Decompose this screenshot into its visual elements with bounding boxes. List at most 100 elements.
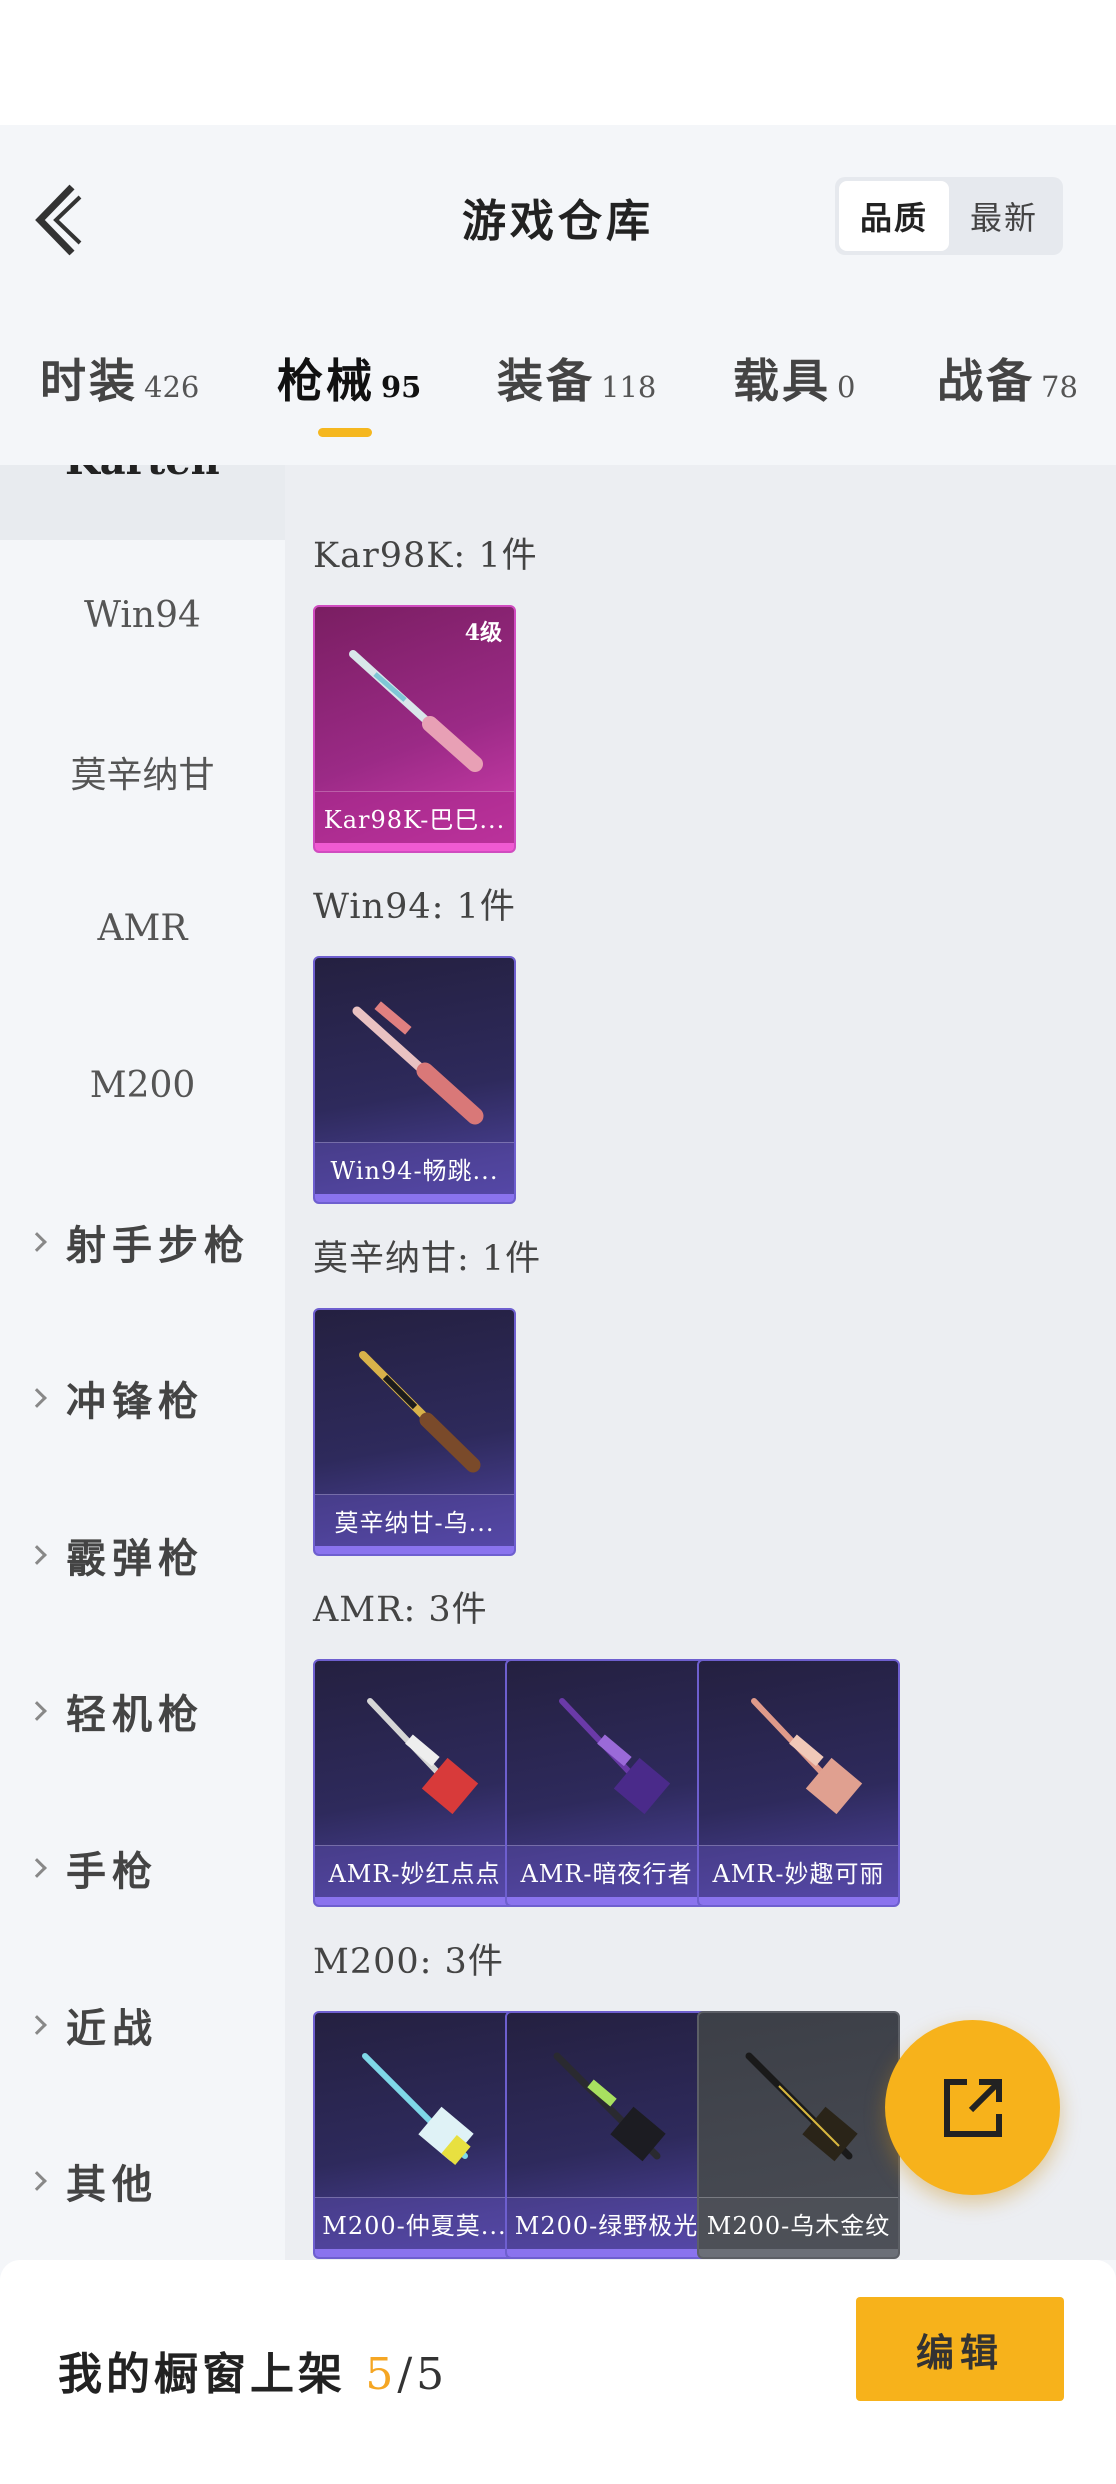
- item-card[interactable]: AMR-妙红点点: [313, 1659, 516, 1907]
- rarity-bar: [699, 1897, 898, 1905]
- tab-label: 时装: [40, 354, 138, 408]
- group-title: 莫辛纳甘: 1件: [313, 1239, 542, 1279]
- header: 游戏仓库 品质 最新: [0, 125, 1116, 295]
- sidebar-item-label: 手枪: [66, 1848, 158, 1895]
- rarity-bar: [315, 2249, 514, 2257]
- sidebar-item-pistol[interactable]: 手枪: [0, 1828, 285, 1908]
- item-list: Kar98K: 1件 4级 Kar98K-巴巳... Win94: 1件 Win…: [285, 465, 1116, 2260]
- tab-count: 95: [381, 370, 422, 404]
- sort-toggle: 品质 最新: [835, 177, 1063, 255]
- item-card[interactable]: AMR-妙趣可丽: [697, 1659, 900, 1907]
- sidebar-item-win94[interactable]: Win94: [0, 575, 285, 655]
- tab-count: 0: [837, 370, 856, 404]
- item-card[interactable]: M200-仲夏莫...: [313, 2011, 516, 2259]
- tab-label: 装备: [497, 354, 595, 408]
- item-card[interactable]: 莫辛纳甘-乌...: [313, 1308, 516, 1556]
- sniper-icon: [745, 2052, 858, 2162]
- chevron-right-icon: [27, 1858, 47, 1878]
- tab-guns[interactable]: 枪械 95: [277, 345, 421, 425]
- item-card[interactable]: AMR-暗夜行者: [505, 1659, 708, 1907]
- item-card[interactable]: 4级 Kar98K-巴巳...: [313, 605, 516, 853]
- group-title: Win94: 1件: [313, 887, 516, 927]
- tab-outfits[interactable]: 时装 426: [40, 345, 199, 425]
- showcase-label-text: 我的橱窗上架: [58, 2349, 346, 2400]
- rarity-bar: [699, 2249, 898, 2257]
- sidebar-item-partial[interactable]: Karten: [0, 465, 285, 540]
- item-name: M200-乌木金纹: [699, 2197, 898, 2249]
- share-button[interactable]: [885, 2020, 1060, 2195]
- rifle-icon: [349, 650, 483, 772]
- sidebar-item-lmg[interactable]: 轻机枪: [0, 1671, 285, 1751]
- chevron-right-icon: [27, 2015, 47, 2035]
- tab-count: 78: [1041, 370, 1078, 404]
- active-tab-indicator: [318, 428, 372, 437]
- tab-label: 载具: [733, 354, 831, 408]
- item-card[interactable]: Win94-畅跳...: [313, 956, 516, 1204]
- showcase-total: /5: [397, 2349, 449, 2400]
- group-title: AMR: 3件: [313, 1590, 488, 1630]
- sidebar-item-label: 轻机枪: [66, 1691, 204, 1738]
- group-title: Kar98K: 1件: [313, 536, 538, 576]
- item-name: AMR-妙趣可丽: [699, 1845, 898, 1897]
- sidebar-item-amr[interactable]: AMR: [0, 888, 285, 968]
- rarity-bar: [315, 1897, 514, 1905]
- chevron-right-icon: [27, 1232, 47, 1252]
- sidebar-item-label: 冲锋枪: [66, 1378, 204, 1425]
- item-name: Win94-畅跳...: [315, 1142, 514, 1194]
- sidebar-item-melee[interactable]: 近战: [0, 1985, 285, 2065]
- sniper-icon: [553, 2052, 666, 2162]
- rarity-bar: [315, 1546, 514, 1554]
- tab-vehicles[interactable]: 载具 0: [733, 345, 855, 425]
- sniper-icon: [367, 1698, 479, 1815]
- tab-supplies[interactable]: 战备 78: [937, 345, 1078, 425]
- item-card[interactable]: M200-乌木金纹: [697, 2011, 900, 2259]
- rarity-bar: [507, 2249, 706, 2257]
- chevron-right-icon: [27, 1545, 47, 1565]
- share-external-icon: [943, 2078, 1002, 2137]
- sidebar-item-label: 霰弹枪: [66, 1535, 204, 1582]
- sidebar-item-mosin[interactable]: 莫辛纳甘: [0, 732, 285, 812]
- edit-button[interactable]: 编辑: [856, 2297, 1064, 2401]
- category-tabs: 时装 426 枪械 95 装备 118 载具 0 战备 78: [0, 295, 1116, 465]
- tab-label: 战备: [937, 354, 1035, 408]
- showcase-label: 我的橱窗上架 5/5: [58, 2338, 448, 2402]
- showcase-footer: 我的橱窗上架 5/5 编辑: [0, 2260, 1116, 2484]
- sidebar-item-smg[interactable]: 冲锋枪: [0, 1358, 285, 1438]
- tab-count: 426: [144, 370, 200, 404]
- sort-quality-button[interactable]: 品质: [839, 181, 949, 251]
- rarity-bar: [507, 1897, 706, 1905]
- sidebar-item-label: Karten: [65, 465, 220, 484]
- sidebar: Karten Win94 莫辛纳甘 AMR M200 射手步枪 冲锋枪 霰弹枪 …: [0, 465, 285, 2260]
- item-name: AMR-暗夜行者: [507, 1845, 706, 1897]
- sidebar-item-shotgun[interactable]: 霰弹枪: [0, 1515, 285, 1595]
- sidebar-item-m200[interactable]: M200: [0, 1045, 285, 1125]
- sidebar-item-label: 近战: [66, 2005, 158, 2052]
- showcase-count: 5: [365, 2349, 398, 2400]
- rifle-icon: [359, 1351, 481, 1473]
- sidebar-item-marksman[interactable]: 射手步枪: [0, 1202, 285, 1282]
- item-name: AMR-妙红点点: [315, 1845, 514, 1897]
- sniper-icon: [362, 2053, 474, 2165]
- item-name: M200-仲夏莫...: [315, 2197, 514, 2249]
- sidebar-item-label: 射手步枪: [66, 1222, 250, 1269]
- item-name: M200-绿野极光: [507, 2197, 706, 2249]
- tab-label: 枪械: [277, 354, 375, 408]
- status-bar: [0, 0, 1116, 125]
- chevron-right-icon: [27, 2171, 47, 2191]
- rarity-bar: [315, 843, 514, 851]
- sidebar-item-label: 其他: [66, 2161, 158, 2208]
- sort-newest-button[interactable]: 最新: [949, 181, 1059, 251]
- sniper-icon: [559, 1698, 671, 1815]
- sidebar-item-other[interactable]: 其他: [0, 2141, 285, 2221]
- sniper-icon: [751, 1698, 863, 1815]
- tab-count: 118: [601, 370, 657, 404]
- item-name: Kar98K-巴巳...: [315, 791, 514, 843]
- tab-equipment[interactable]: 装备 118: [497, 345, 656, 425]
- rifle-icon: [352, 1001, 484, 1125]
- chevron-right-icon: [27, 1388, 47, 1408]
- rarity-bar: [315, 1194, 514, 1202]
- item-name: 莫辛纳甘-乌...: [315, 1494, 514, 1546]
- group-title: M200: 3件: [313, 1942, 504, 1982]
- chevron-right-icon: [27, 1701, 47, 1721]
- item-card[interactable]: M200-绿野极光: [505, 2011, 708, 2259]
